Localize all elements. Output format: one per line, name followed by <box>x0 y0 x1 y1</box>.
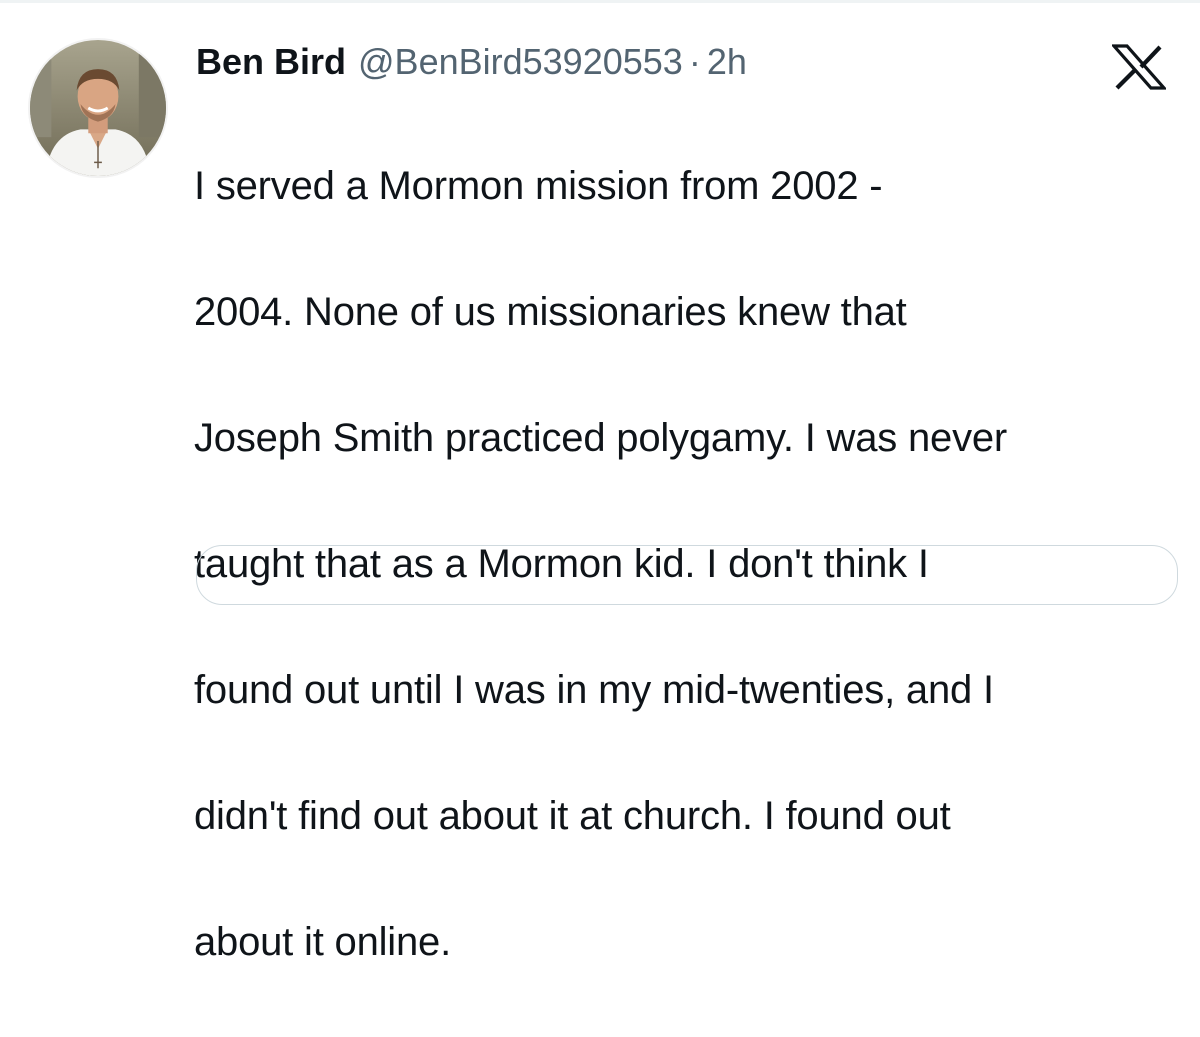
tweet-header: Ben Bird @BenBird53920553 · 2h <box>196 34 747 90</box>
quoted-tweet-card[interactable] <box>196 545 1178 605</box>
author-display-name[interactable]: Ben Bird <box>196 34 346 90</box>
tweet[interactable]: Ben Bird @BenBird53920553 · 2h I served … <box>0 0 1200 964</box>
tweet-text-line: didn't find out about it at church. I fo… <box>194 794 951 838</box>
tweet-text-line: found out until I was in my mid-twenties… <box>194 668 994 712</box>
avatar[interactable] <box>28 38 168 178</box>
tweet-text-line: 2004. None of us missionaries knew that <box>194 290 907 334</box>
header-separator: · <box>688 41 701 82</box>
x-logo-icon[interactable] <box>1112 44 1166 90</box>
tweet-timestamp[interactable]: 2h <box>707 34 747 90</box>
tweet-text-line: about it online. <box>194 920 451 964</box>
avatar-photo <box>30 40 166 176</box>
author-handle[interactable]: @BenBird53920553 <box>358 34 683 90</box>
tweet-text-line: I served a Mormon mission from 2002 - <box>194 164 883 208</box>
tweet-text-line: Joseph Smith practiced polygamy. I was n… <box>194 416 1008 460</box>
